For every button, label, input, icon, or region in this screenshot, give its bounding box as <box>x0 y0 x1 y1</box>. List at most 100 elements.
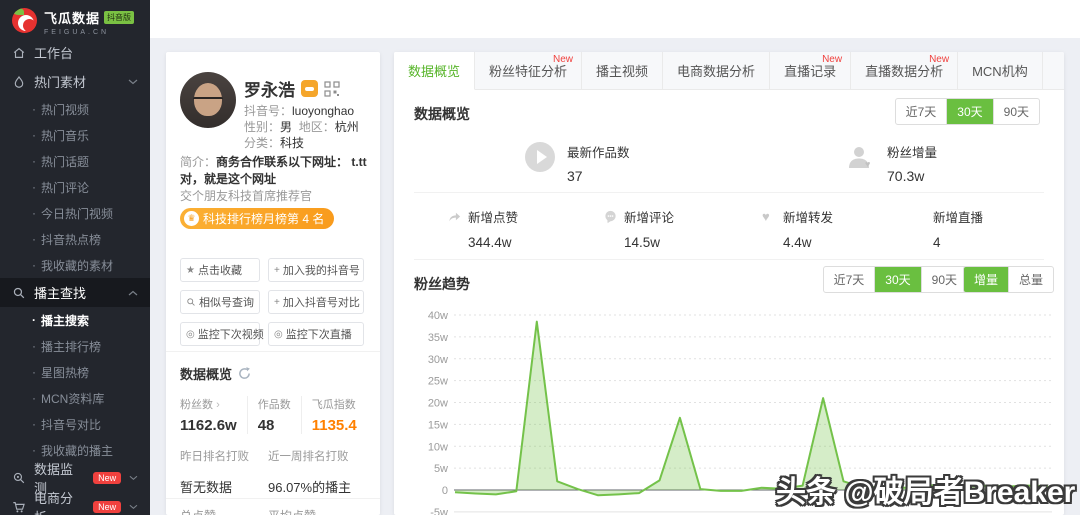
range-button[interactable]: 30天 <box>947 99 994 124</box>
tab-label: 数据概览 <box>408 64 461 79</box>
overview-delta-stats: 新增点赞 344.4w 新增评论 14.5w ♥ 新增转发 4.4w 新增直播 4 <box>394 205 1064 259</box>
sidebar-subitem[interactable]: 抖音号对比 <box>0 411 150 437</box>
delta-stat-value: 4.4w <box>783 235 812 250</box>
tab-item[interactable]: 电商数据分析 <box>663 52 771 89</box>
profile-action-button[interactable]: ★ 点击收藏 <box>180 258 260 282</box>
sidebar-item-label: 工作台 <box>34 46 74 61</box>
action-label: 加入抖音号对比 <box>282 297 360 309</box>
delta-stat: 新增评论 14.5w <box>603 207 674 250</box>
sidebar-subitem[interactable]: 热门评论 <box>0 174 150 200</box>
range-button[interactable]: 近7天 <box>896 99 948 124</box>
monitor-icon <box>13 472 25 483</box>
region-label: 地区： <box>298 120 335 134</box>
big-stat: 最新作品数 37 <box>525 142 630 184</box>
y-axis-tick: 20w <box>428 398 448 410</box>
tab-item[interactable]: MCN机构 <box>958 52 1043 89</box>
sidebar-item[interactable]: 电商分析 New <box>0 491 150 515</box>
profile-action-button[interactable]: 相似号查询 <box>180 290 260 314</box>
sidebar-subitem[interactable]: 热门视频 <box>0 96 150 122</box>
rank-value: 暂无数据 <box>180 480 233 495</box>
y-axis-tick: 15w <box>428 419 448 431</box>
sidebar-subitem[interactable]: 热门音乐 <box>0 122 150 148</box>
delta-stat-value: 4 <box>933 235 941 250</box>
sidebar-subitem[interactable]: 播主搜索 <box>0 307 150 333</box>
tab-item[interactable]: 直播数据分析 New <box>851 52 959 89</box>
sidebar-subitem[interactable]: 我收藏的素材 <box>0 252 150 278</box>
brand-domain: FEIGUA.CN <box>44 29 110 36</box>
overview-big-stats: 最新作品数 37 ♥ 粉丝增量 70.3w <box>394 134 1064 192</box>
tab-item[interactable]: 粉丝特征分析 New <box>475 52 583 89</box>
search-icon <box>13 287 25 298</box>
stat-label: 作品数 <box>257 399 291 411</box>
range-button[interactable]: 90天 <box>922 267 967 292</box>
share-arrow-icon <box>449 212 461 222</box>
sidebar-subitem[interactable]: 热门话题 <box>0 148 150 174</box>
mode-button[interactable]: 总量 <box>1009 267 1053 292</box>
category-label: 分类： <box>244 136 281 150</box>
verified-badge-icon[interactable] <box>301 80 318 97</box>
overview-section-title: 数据概览 <box>414 106 470 122</box>
sidebar-item[interactable]: 播主查找 <box>0 278 150 307</box>
rank-badge[interactable]: ♛ 科技排行榜月榜第 4 名 <box>180 208 335 229</box>
refresh-icon[interactable] <box>238 367 251 380</box>
delta-stat-label: 新增转发 <box>783 211 834 225</box>
delta-stat-label: 新增直播 <box>933 211 984 225</box>
y-axis-tick: 10w <box>428 441 448 453</box>
sidebar-subitem[interactable]: 抖音热点榜 <box>0 226 150 252</box>
action-label: 点击收藏 <box>197 265 242 277</box>
profile-stat[interactable]: 粉丝数 › 1162.6w <box>180 396 248 434</box>
divider <box>166 498 380 499</box>
home-icon <box>13 47 25 58</box>
profile-card: 罗永浩 抖音号：luoyonghao 性别：男 地区：杭州 分类：科技 简介：商… <box>166 52 380 515</box>
sidebar-item[interactable]: 工作台 <box>0 38 150 67</box>
tab-label: MCN机构 <box>972 64 1028 79</box>
avatar[interactable] <box>180 72 236 128</box>
stat-value: 48 <box>257 417 275 434</box>
tab-item[interactable]: 直播记录 New <box>770 52 852 89</box>
overview-range-selector: 近7天 30天 90天 <box>894 98 1040 125</box>
range-button[interactable]: 30天 <box>875 267 922 292</box>
profile-stat: 作品数 48 <box>258 396 302 434</box>
divider <box>166 351 380 352</box>
big-stat-value: 70.3w <box>887 168 925 184</box>
tab-new-badge: New <box>929 54 950 65</box>
intro-label: 简介： <box>180 155 217 169</box>
profile-action-button[interactable]: ◎ 监控下次直播 <box>268 322 364 346</box>
range-button[interactable]: 90天 <box>994 99 1039 124</box>
tab-label: 播主视频 <box>596 64 649 79</box>
search-icon <box>187 298 195 306</box>
sidebar-subitem[interactable]: 今日热门视频 <box>0 200 150 226</box>
sidebar-subitem-label: 我收藏的播主 <box>41 443 114 458</box>
y-axis-tick: -5w <box>430 507 448 515</box>
sidebar-subitem[interactable]: MCN资料库 <box>0 385 150 411</box>
fans-icon: ♥ <box>849 147 870 169</box>
sidebar-item-label: 电商分析 <box>34 490 74 515</box>
tab-item[interactable]: 播主视频 <box>582 52 664 89</box>
big-stat-label: 粉丝增量 <box>887 146 938 160</box>
profile-action-button[interactable]: + 加入抖音号对比 <box>268 290 364 314</box>
qr-code-icon[interactable] <box>324 80 340 97</box>
profile-action-button[interactable]: + 加入我的抖音号 <box>268 258 364 282</box>
big-stat-label: 最新作品数 <box>567 146 630 160</box>
brand-name: 飞瓜数据 <box>44 11 101 26</box>
chevron-up-icon <box>128 290 138 295</box>
tab-active[interactable]: 数据概览 <box>394 52 476 90</box>
profile-overview-title: 数据概览 <box>180 367 233 382</box>
sidebar-subitem[interactable]: 播主排行榜 <box>0 333 150 359</box>
brand-logo[interactable]: 飞瓜数据 抖音版 FEIGUA.CN <box>0 0 150 38</box>
monitor-icon: ◎ <box>186 328 195 340</box>
sidebar-subitem-label: 抖音号对比 <box>41 417 102 432</box>
profile-intro: 简介：商务合作联系以下网址： t.tt 对，就是这个网址 交个朋友科技首席推荐官 <box>180 154 368 205</box>
delta-stat: ♥ 新增转发 4.4w <box>762 207 833 250</box>
sidebar-subitem[interactable]: 星图热榜 <box>0 359 150 385</box>
mode-button[interactable]: 增量 <box>963 267 1009 292</box>
range-button[interactable]: 近7天 <box>824 267 876 292</box>
delta-stat-value: 344.4w <box>468 235 512 250</box>
region-value: 杭州 <box>334 120 359 134</box>
sidebar-item-label: 播主查找 <box>34 286 87 301</box>
profile-action-button[interactable]: ◎ 监控下次视频 <box>180 322 264 346</box>
delta-stat: 新增点赞 344.4w <box>447 207 518 250</box>
stat-label: 飞瓜指数 <box>311 399 356 411</box>
sidebar-item[interactable]: 热门素材 <box>0 67 150 96</box>
plus-icon: + <box>274 296 280 308</box>
